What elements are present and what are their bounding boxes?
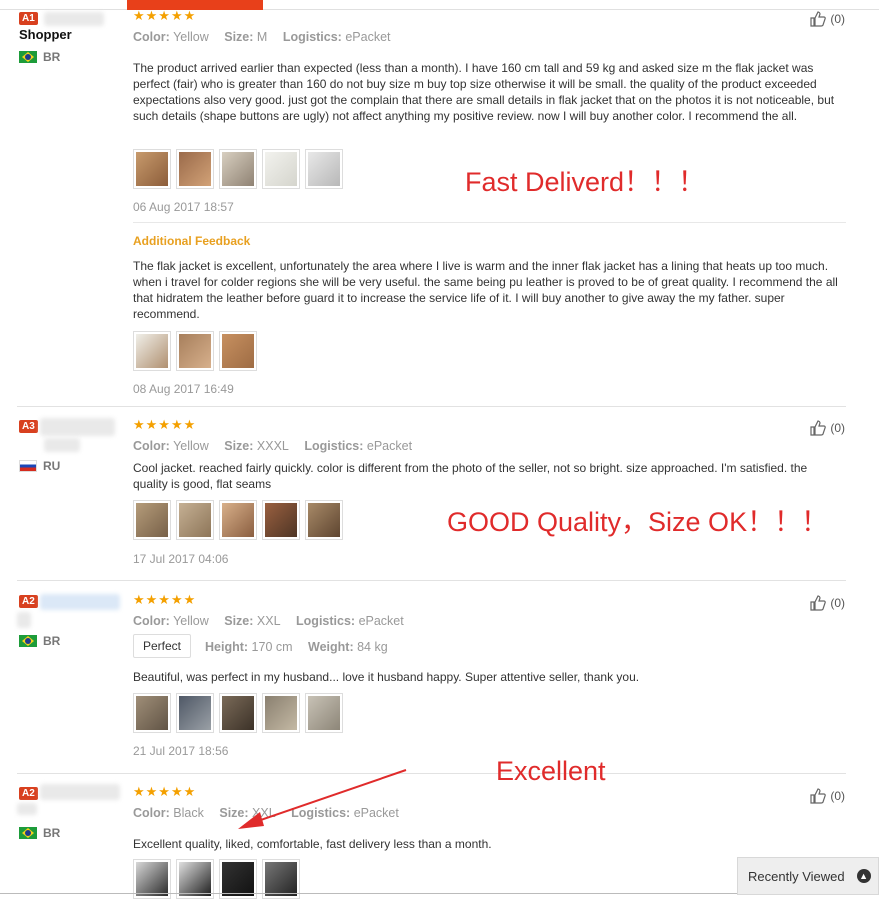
- brazil-flag-icon: [19, 635, 37, 647]
- buyer-measurements: Height: 170 cm Weight: 84 kg: [205, 640, 388, 654]
- blurred-username: [17, 612, 31, 628]
- review-photo[interactable]: [262, 693, 300, 733]
- star-rating: ★★★★★: [133, 784, 197, 799]
- review-photo[interactable]: [262, 500, 300, 540]
- review-photo[interactable]: [176, 331, 214, 371]
- brazil-flag-icon: [19, 827, 37, 839]
- buyer-level-badge: A2: [19, 595, 38, 608]
- thumbs-up-icon: [810, 420, 827, 436]
- review-photos: [133, 149, 343, 189]
- review-photo[interactable]: [133, 693, 171, 733]
- review-photos: [133, 500, 343, 540]
- helpful-button[interactable]: (0): [810, 788, 845, 804]
- blurred-username: [40, 594, 120, 610]
- review-photo[interactable]: [133, 331, 171, 371]
- chevron-up-icon: ▲: [856, 869, 871, 883]
- review-photo[interactable]: [176, 149, 214, 189]
- blurred-username: [40, 418, 115, 436]
- star-rating: ★★★★★: [133, 592, 197, 607]
- review-attributes: Color: Yellow Size: XXXL Logistics: ePac…: [133, 439, 413, 453]
- thumbs-up-icon: [810, 595, 827, 611]
- additional-photos: [133, 331, 257, 371]
- buyer-level-badge: A3: [19, 420, 38, 433]
- review-photo[interactable]: [262, 149, 300, 189]
- blurred-username: [44, 12, 104, 26]
- review-date: 17 Jul 2017 04:06: [133, 552, 229, 566]
- review-photo[interactable]: [133, 500, 171, 540]
- recently-viewed-label: Recently Viewed: [748, 868, 845, 884]
- review-divider: [17, 773, 846, 774]
- divider: [133, 222, 846, 223]
- review-text: The product arrived earlier than expecte…: [133, 61, 835, 123]
- review-photo[interactable]: [219, 500, 257, 540]
- review-text: Excellent quality, liked, comfortable, f…: [133, 837, 492, 851]
- recently-viewed-button[interactable]: Recently Viewed ▲: [737, 857, 879, 895]
- review-date: 06 Aug 2017 18:57: [133, 200, 234, 214]
- buyer-country: BR: [19, 634, 60, 648]
- buyer-country: BR: [19, 50, 60, 64]
- helpful-button[interactable]: (0): [810, 11, 845, 27]
- helpful-count: (0): [830, 421, 845, 435]
- review-photo[interactable]: [219, 149, 257, 189]
- thumbs-up-icon: [810, 11, 827, 27]
- thumbs-up-icon: [810, 788, 827, 804]
- brazil-flag-icon: [19, 51, 37, 63]
- promo-annotation: GOOD Quality，Size OK！！！: [447, 507, 829, 537]
- helpful-button[interactable]: (0): [810, 595, 845, 611]
- annotation-arrow-icon: [238, 769, 407, 829]
- review-photo[interactable]: [219, 693, 257, 733]
- review-text: Beautiful, was perfect in my husband... …: [133, 670, 640, 684]
- buyer-country: RU: [19, 459, 60, 473]
- review-photos: [133, 693, 343, 733]
- promo-annotation: Excellent: [496, 756, 606, 786]
- review-divider: [17, 406, 846, 407]
- review-photo[interactable]: [305, 693, 343, 733]
- review-date: 21 Jul 2017 18:56: [133, 744, 229, 758]
- additional-feedback-text: The flak jacket is excellent, unfortunat…: [133, 259, 838, 321]
- helpful-count: (0): [830, 596, 845, 610]
- additional-feedback-heading: Additional Feedback: [133, 234, 251, 248]
- blurred-username: [40, 784, 120, 800]
- review-divider: [17, 580, 846, 581]
- fit-badge: Perfect: [133, 634, 192, 658]
- review-photo[interactable]: [219, 331, 257, 371]
- star-rating: ★★★★★: [133, 417, 197, 432]
- helpful-count: (0): [830, 12, 845, 26]
- star-rating: ★★★★★: [133, 8, 197, 23]
- additional-feedback-date: 08 Aug 2017 16:49: [133, 382, 234, 396]
- review-photo[interactable]: [305, 500, 343, 540]
- promo-annotation: Fast Deliverd！！！: [465, 167, 706, 197]
- helpful-count: (0): [830, 789, 845, 803]
- review-photo[interactable]: [176, 500, 214, 540]
- review-attributes: Color: Yellow Size: M Logistics: ePacket: [133, 30, 391, 44]
- helpful-button[interactable]: (0): [810, 420, 845, 436]
- review-text: Cool jacket. reached fairly quickly. col…: [133, 461, 808, 491]
- review-photo[interactable]: [305, 149, 343, 189]
- blurred-username: [44, 438, 80, 452]
- buyer-country: BR: [19, 826, 60, 840]
- buyer-level-badge: A1: [19, 12, 38, 25]
- review-attributes: Color: Yellow Size: XXL Logistics: ePack…: [133, 614, 404, 628]
- review-photo[interactable]: [176, 693, 214, 733]
- blurred-username: [17, 803, 37, 815]
- review-photo[interactable]: [133, 149, 171, 189]
- buyer-level-badge: A2: [19, 787, 38, 800]
- buyer-name: Shopper: [19, 27, 72, 42]
- russia-flag-icon: [19, 460, 37, 472]
